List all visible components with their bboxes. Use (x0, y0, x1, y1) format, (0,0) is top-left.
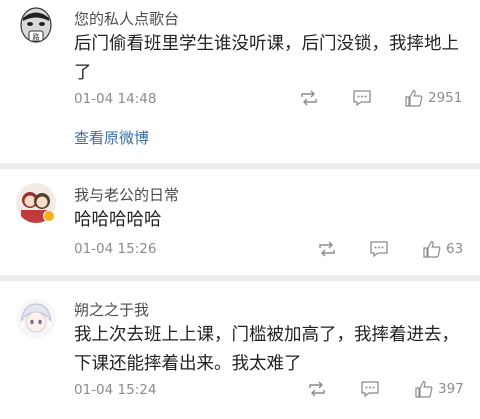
like-button[interactable]: 63 (422, 239, 463, 259)
comment-text: 后门偷看班里学生谁没听课，后门没锁，我摔地上了 (74, 34, 459, 83)
like-button[interactable]: 397 (414, 379, 464, 399)
anime-avatar-icon (16, 299, 56, 339)
comment-card: 路 您的私人点歌台 后门偷看班里学生谁没听课，后门没锁，我摔地上了 01-04 … (0, 0, 480, 163)
repost-icon (319, 241, 335, 257)
repost-button[interactable] (298, 89, 320, 107)
comment-text: 哈哈哈哈哈 (74, 210, 162, 230)
view-original-post-link[interactable]: 查看原微博 (74, 127, 149, 148)
comment-icon (353, 90, 371, 107)
meme-avatar-icon: 路 (16, 6, 56, 46)
svg-text:路: 路 (33, 32, 40, 41)
comment-feed: 路 您的私人点歌台 后门偷看班里学生谁没听课，后门没锁，我摔地上了 01-04 … (0, 0, 480, 419)
like-icon (405, 89, 423, 107)
username[interactable]: 您的私人点歌台 (74, 10, 179, 28)
like-count: 397 (438, 381, 464, 397)
username[interactable]: 朔之之于我 (74, 301, 149, 319)
like-count: 2951 (428, 90, 463, 106)
timestamp: 01-04 15:24 (74, 382, 157, 398)
like-count: 63 (446, 241, 464, 257)
avatar[interactable]: 路 (16, 6, 56, 46)
like-icon (423, 240, 441, 258)
timestamp: 01-04 14:48 (74, 91, 157, 107)
comment-text: 我上次去班上上课，门槛被加高了，我摔着进去，下课还能摔着出来。我太难了 (74, 325, 459, 374)
verified-badge-icon (43, 210, 55, 222)
like-icon (415, 380, 433, 398)
comment-card: 我与老公的日常 哈哈哈哈哈 01-04 15:26 63 (0, 169, 480, 275)
repost-button[interactable] (306, 380, 328, 398)
comment-button[interactable] (360, 380, 380, 398)
comment-card: 朔之之于我 我上次去班上上课，门槛被加高了，我摔着进去，下课还能摔着出来。我太难… (0, 281, 480, 419)
comment-icon (361, 381, 379, 398)
timestamp: 01-04 15:26 (74, 241, 157, 257)
comment-icon (370, 241, 388, 258)
username[interactable]: 我与老公的日常 (74, 186, 179, 204)
comment-button[interactable] (369, 240, 389, 258)
repost-button[interactable] (316, 240, 338, 258)
avatar[interactable] (16, 299, 56, 339)
like-button[interactable]: 2951 (404, 88, 462, 108)
repost-icon (309, 381, 325, 397)
comment-button[interactable] (352, 89, 372, 107)
repost-icon (301, 90, 317, 106)
